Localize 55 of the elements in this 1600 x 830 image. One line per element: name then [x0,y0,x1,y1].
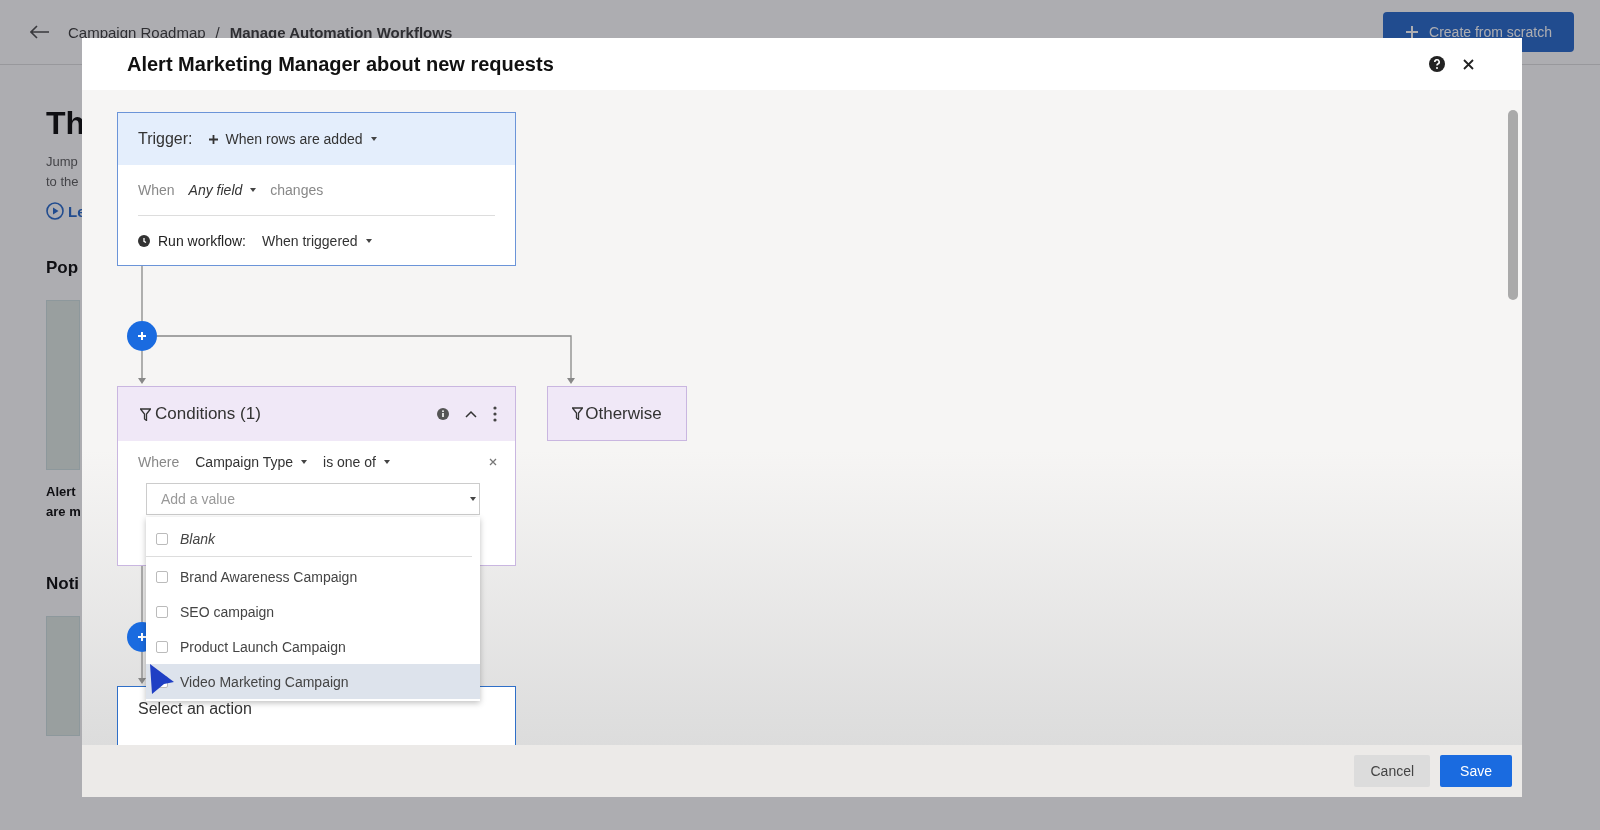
action-title: Select an action [138,700,252,717]
option-item[interactable]: SEO campaign [146,594,480,629]
more-menu-icon[interactable] [493,406,497,422]
field-dropdown[interactable]: Campaign Type [195,454,308,470]
checkbox[interactable] [156,570,168,583]
remove-icon[interactable] [489,458,497,466]
caret-icon[interactable] [470,497,476,501]
filter-icon [140,407,151,421]
section-heading: Noti [46,574,80,594]
card-text: Alert are m [46,483,81,521]
section-heading: Pop [46,258,79,278]
trigger-dropdown[interactable]: When rows are added [208,131,377,147]
connector-arrow [137,351,147,384]
option-item[interactable]: Brand Awareness Campaign [146,559,480,594]
trigger-label: Trigger: [138,130,193,148]
play-circle-icon [46,202,64,220]
run-dropdown[interactable]: When triggered [261,233,372,249]
breadcrumb-link[interactable]: Campaign Roadmap [68,23,206,41]
checkbox[interactable] [156,640,168,653]
info-icon[interactable] [437,408,449,420]
checkbox[interactable] [156,605,168,618]
breadcrumb-current: Manage Automation Workflows [229,23,453,41]
connector-line [141,566,143,622]
when-label: When [138,182,175,198]
option-item[interactable]: Blank [146,521,472,557]
cancel-button[interactable]: Cancel [1354,755,1431,787]
connector-line [141,266,143,321]
page-heading: Th [46,105,86,142]
plus-icon [208,134,218,144]
breadcrumb-separator: / [215,23,220,41]
changes-label: changes [270,182,324,198]
help-icon[interactable] [1429,56,1445,72]
connector-arrow [137,652,147,684]
conditions-title: Conditions (1) [155,404,261,424]
field-dropdown[interactable]: Any field [188,182,257,198]
option-item[interactable]: Product Launch Campaign [146,629,480,664]
collapse-chevron-icon[interactable] [465,410,477,418]
value-select-field[interactable]: Add a value [146,483,480,515]
intro-text: Jump to the [46,153,79,191]
plus-icon [137,331,147,341]
checkbox[interactable] [156,532,168,545]
where-label: Where [138,454,180,470]
modal-title: Alert Marketing Manager about new requests [127,52,555,76]
close-icon[interactable] [1463,58,1474,70]
clock-icon [138,235,150,247]
back-arrow-icon[interactable] [30,25,50,39]
filter-icon [572,407,584,420]
save-button[interactable]: Save [1440,755,1512,787]
run-workflow-label: Run workflow: [158,233,246,249]
operator-dropdown[interactable]: is one of [323,454,390,470]
add-step-button[interactable] [127,321,157,351]
otherwise-title: Otherwise [585,403,662,424]
cursor-icon [148,662,176,696]
otherwise-card[interactable]: Otherwise [547,386,687,441]
option-item[interactable]: Video Marketing Campaign [146,664,480,699]
